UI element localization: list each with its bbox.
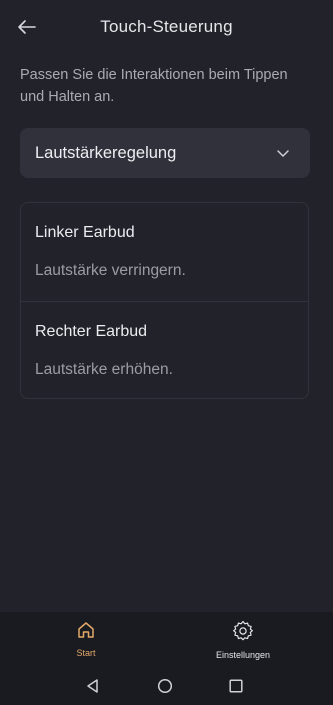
right-earbud-action: Lautstärke erhöhen. (35, 361, 173, 378)
chevron-down-icon (277, 150, 289, 157)
earbud-actions-card: Linker Earbud Lautstärke verringern. Rec… (20, 202, 309, 399)
recents-square-icon[interactable] (228, 678, 244, 694)
top-app-bar: Touch-Steuerung (0, 0, 333, 56)
gear-icon (233, 620, 253, 641)
control-mode-dropdown[interactable]: Lautstärkeregelung (20, 128, 310, 178)
nav-item-settings[interactable]: Einstellungen (193, 620, 293, 660)
right-earbud-title: Rechter Earbud (35, 323, 148, 340)
home-circle-icon[interactable] (157, 678, 173, 694)
page-title: Touch-Steuerung (100, 17, 233, 36)
nav-label-start: Start (76, 648, 96, 658)
home-icon (78, 622, 94, 638)
left-earbud-title: Linker Earbud (35, 224, 135, 241)
dropdown-selected-value: Lautstärkeregelung (35, 144, 177, 162)
nav-item-start[interactable]: Start (36, 620, 136, 658)
system-navigation-bar (0, 666, 333, 705)
left-earbud-action: Lautstärke verringern. (35, 262, 186, 279)
bottom-navigation: Start Einstellungen (0, 612, 333, 666)
page-description: Passen Sie die Interaktionen beim Tippen… (20, 67, 288, 105)
divider (21, 301, 308, 302)
back-triangle-icon[interactable] (85, 678, 101, 694)
nav-label-settings: Einstellungen (215, 650, 271, 660)
